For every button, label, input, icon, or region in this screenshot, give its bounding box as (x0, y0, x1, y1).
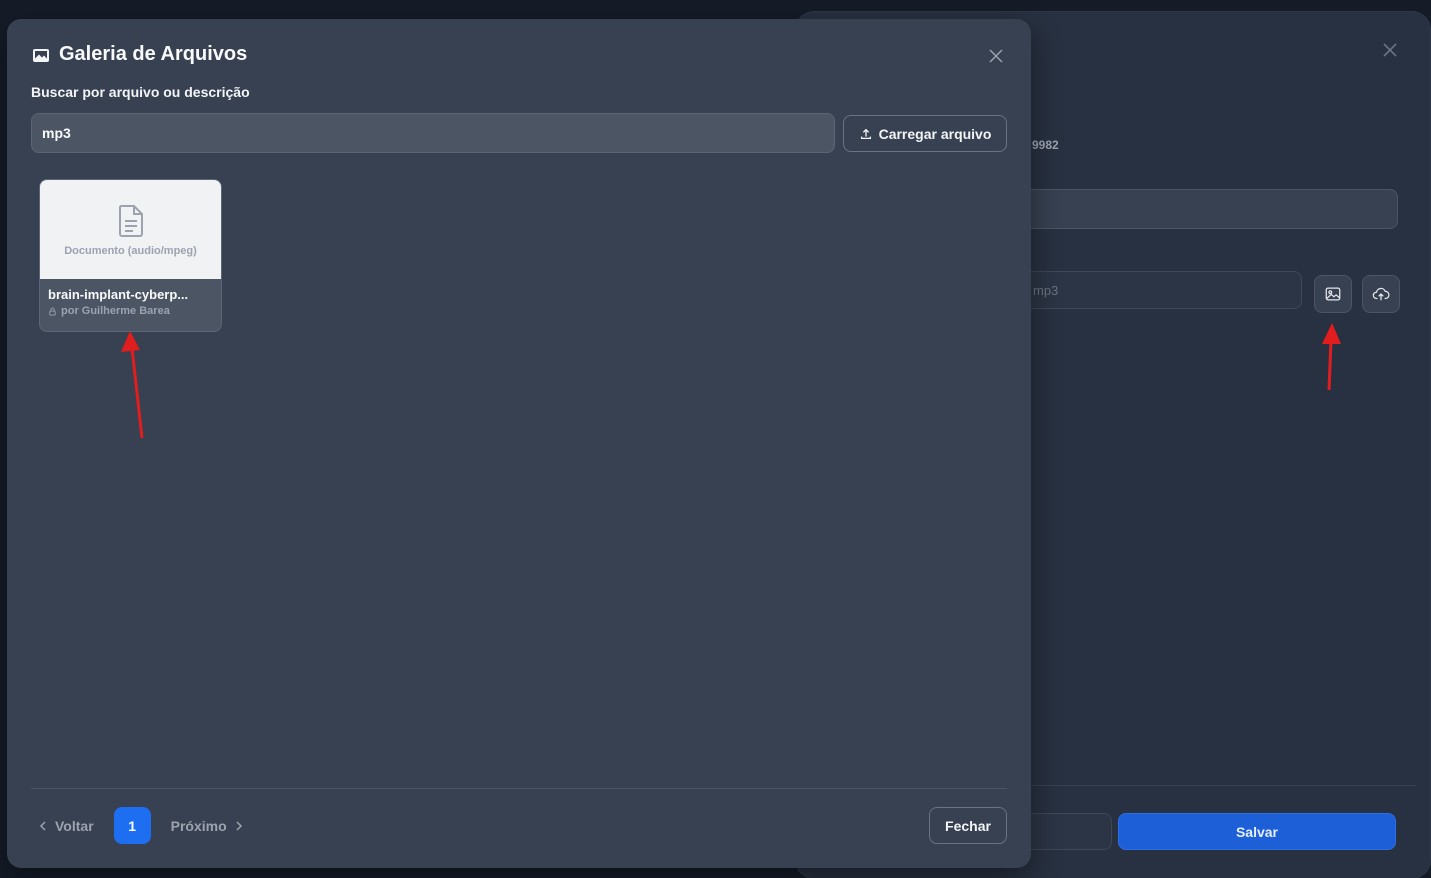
chevron-right-icon (236, 820, 242, 831)
chevron-left-icon (39, 820, 46, 831)
save-button[interactable]: Salvar (1118, 813, 1396, 850)
upload-button-label: Carregar arquivo (878, 125, 992, 142)
cloud-upload-button[interactable] (1362, 275, 1400, 313)
open-gallery-button[interactable] (1314, 275, 1352, 313)
upload-file-button[interactable]: Carregar arquivo (843, 115, 1007, 152)
pagination: Voltar 1 Próximo (37, 807, 245, 844)
background-close-icon[interactable] (1380, 40, 1400, 60)
file-name: brain-implant-cyberp... (48, 287, 189, 302)
file-card[interactable]: Documento (audio/mpeg) brain-implant-cyb… (39, 179, 222, 332)
pagination-prev-button[interactable]: Voltar (37, 818, 94, 834)
dialog-header: Galeria de Arquivos (31, 43, 247, 66)
pagination-next-label: Próximo (170, 817, 227, 834)
cloud-upload-icon (1372, 287, 1390, 301)
image-icon (1325, 287, 1341, 301)
background-footer-divider (1026, 785, 1416, 786)
background-file-input[interactable]: mp3 (1006, 271, 1302, 309)
file-gallery-dialog: Galeria de Arquivos Buscar por arquivo o… (7, 19, 1031, 868)
dialog-title: Galeria de Arquivos (59, 43, 248, 65)
pagination-current-page[interactable]: 1 (113, 807, 151, 844)
pagination-prev-label: Voltar (55, 817, 94, 834)
file-owner-text: por Guilherme Barea (61, 305, 170, 317)
file-type-label: Documento (audio/mpeg) (64, 244, 197, 257)
close-icon[interactable] (985, 45, 1007, 67)
background-id-text: 9982 (1032, 138, 1059, 152)
pagination-next-button[interactable]: Próximo (171, 818, 245, 834)
close-button[interactable]: Fechar (929, 807, 1007, 844)
search-input[interactable] (31, 113, 835, 153)
search-label: Buscar por arquivo ou descrição (31, 84, 250, 100)
file-preview: Documento (audio/mpeg) (40, 180, 221, 279)
footer-divider (31, 788, 1007, 789)
background-text-input[interactable] (1006, 189, 1398, 229)
file-owner: por Guilherme Barea (48, 305, 213, 317)
lock-icon (49, 307, 56, 316)
document-icon (118, 204, 143, 237)
upload-icon (860, 128, 871, 139)
file-meta: brain-implant-cyberp... por Guilherme Ba… (40, 279, 221, 317)
images-icon (31, 45, 51, 65)
